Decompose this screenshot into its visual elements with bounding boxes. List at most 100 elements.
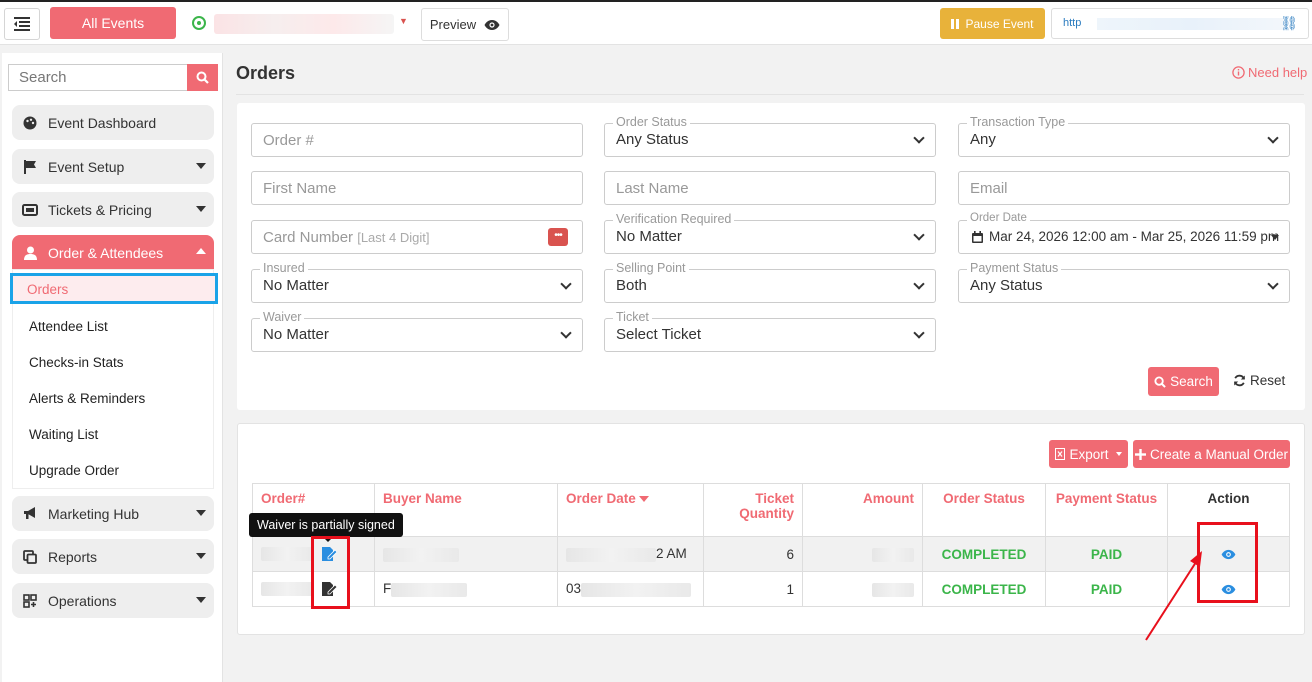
- export-button[interactable]: Export: [1049, 440, 1128, 468]
- column-header-payment-status[interactable]: Payment Status: [1045, 483, 1168, 537]
- submenu-item-attendee-list[interactable]: Attendee List: [29, 319, 108, 334]
- sidebar-item-reports[interactable]: Reports: [12, 539, 214, 574]
- order-date-redacted: [566, 547, 656, 562]
- sidebar-item-operations[interactable]: Operations: [12, 583, 214, 618]
- pause-event-button[interactable]: Pause Event: [940, 8, 1045, 39]
- need-help-label: Need help: [1248, 65, 1308, 80]
- chevron-down-icon: [913, 132, 925, 144]
- column-header-order-status[interactable]: Order Status: [922, 483, 1046, 537]
- sidebar-item-label: Operations: [48, 592, 117, 609]
- payment-status-select[interactable]: Payment Status Any Status: [958, 261, 1290, 303]
- sidebar-item-event-setup[interactable]: Event Setup: [12, 149, 214, 184]
- chevron-down-icon: [1267, 132, 1279, 144]
- buyer-name-visible: F: [383, 581, 392, 597]
- create-manual-order-button[interactable]: Create a Manual Order: [1133, 440, 1290, 468]
- reset-button-label: Reset: [1250, 373, 1286, 388]
- sidebar-item-event-dashboard[interactable]: Event Dashboard: [12, 105, 214, 140]
- waiver-value: No Matter: [263, 326, 329, 343]
- table-header-row: Order# Buyer Name Order Date Ticket Quan…: [252, 483, 1290, 537]
- ticket-value: Select Ticket: [616, 326, 702, 343]
- order-number-field[interactable]: Order #: [251, 123, 583, 157]
- preview-label: Preview: [429, 17, 477, 32]
- caret-down-icon: [196, 163, 206, 169]
- insured-label: Insured: [260, 261, 308, 275]
- search-button-label: Search: [1170, 374, 1213, 389]
- sidebar-item-tickets-pricing[interactable]: Tickets & Pricing: [12, 192, 214, 227]
- megaphone-icon: [22, 506, 38, 522]
- last-name-placeholder: Last Name: [616, 180, 689, 197]
- search-icon: [1154, 375, 1166, 388]
- pause-event-label: Pause Event: [965, 16, 1034, 31]
- column-header-amount[interactable]: Amount: [802, 483, 923, 537]
- submenu-item-waiting-list[interactable]: Waiting List: [29, 427, 98, 442]
- amount-cell: [802, 571, 923, 607]
- preview-button[interactable]: Preview: [421, 8, 509, 41]
- insured-select[interactable]: Insured No Matter: [251, 261, 583, 303]
- buyer-name-cell: F: [374, 571, 558, 607]
- first-name-field[interactable]: First Name: [251, 171, 583, 205]
- sidebar-item-label: Reports: [48, 548, 98, 565]
- transaction-type-value: Any: [970, 131, 996, 148]
- caret-up-icon: [196, 248, 206, 254]
- submenu-item-orders[interactable]: Orders: [10, 273, 218, 304]
- chevron-down-icon: [913, 327, 925, 339]
- search-button[interactable]: Search: [1148, 367, 1219, 396]
- column-header-order-date[interactable]: Order Date: [557, 483, 704, 537]
- sidebar-item-label: Event Dashboard: [48, 114, 157, 131]
- payment-status-label: Payment Status: [967, 261, 1062, 275]
- sidebar-item-order-attendees[interactable]: Order & Attendees: [12, 235, 214, 270]
- waiver-select[interactable]: Waiver No Matter: [251, 310, 583, 352]
- first-name-placeholder: First Name: [263, 180, 337, 197]
- email-field[interactable]: Email: [958, 171, 1290, 205]
- order-date-range-picker[interactable]: Order Date Mar 24, 2026 12:00 am - Mar 2…: [958, 212, 1290, 254]
- chevron-down-icon: [560, 278, 572, 290]
- ticket-label: Ticket: [613, 310, 652, 324]
- event-url-text: http: [1063, 17, 1082, 29]
- submenu-item-upgrade-order[interactable]: Upgrade Order: [29, 463, 119, 478]
- verification-required-select[interactable]: Verification Required No Matter: [604, 212, 936, 254]
- insured-value: No Matter: [263, 277, 329, 294]
- order-status-select[interactable]: Order Status Any Status: [604, 115, 936, 157]
- annotation-highlight-waiver-icons: [311, 536, 350, 609]
- transaction-type-select[interactable]: Transaction Type Any: [958, 115, 1290, 157]
- link-icon[interactable]: ⛓: [1280, 15, 1298, 32]
- event-status-icon: [192, 16, 206, 30]
- table-row: 2 AM 6 COMPLETED PAID: [252, 536, 1290, 572]
- calendar-icon: [972, 230, 983, 243]
- sidebar-search-input[interactable]: [8, 64, 188, 91]
- sidebar-search-button[interactable]: [187, 64, 218, 91]
- ticket-select[interactable]: Ticket Select Ticket: [604, 310, 936, 352]
- selling-point-select[interactable]: Selling Point Both: [604, 261, 936, 303]
- search-icon: [196, 71, 209, 84]
- event-url-field[interactable]: http ⛓: [1051, 8, 1309, 39]
- transaction-type-label: Transaction Type: [967, 115, 1069, 129]
- amount-redacted: [872, 582, 914, 597]
- sidebar-item-marketing-hub[interactable]: Marketing Hub: [12, 496, 214, 531]
- sidebar-item-label: Order & Attendees: [48, 244, 164, 261]
- caret-down-icon: [196, 510, 206, 516]
- column-header-ticket-quantity[interactable]: Ticket Quantity: [703, 483, 803, 537]
- selling-point-value: Both: [616, 277, 647, 294]
- sidebar-toggle-button[interactable]: [4, 8, 40, 40]
- copy-icon: [22, 549, 38, 565]
- submenu-item-alerts-reminders[interactable]: Alerts & Reminders: [29, 391, 145, 406]
- ticket-icon: [22, 202, 38, 218]
- orders-table: Order# Buyer Name Order Date Ticket Quan…: [252, 483, 1290, 607]
- last-name-field[interactable]: Last Name: [604, 171, 936, 205]
- page-title: Orders: [236, 63, 296, 83]
- waiver-tooltip: Waiver is partially signed: [249, 513, 403, 542]
- order-number-placeholder: Order #: [263, 132, 314, 149]
- card-number-field[interactable]: Card Number [Last 4 Digit] •••: [251, 220, 583, 254]
- reset-button[interactable]: Reset: [1233, 373, 1285, 388]
- amount-redacted: [872, 547, 914, 562]
- user-icon: [22, 245, 38, 261]
- order-number-redacted[interactable]: [261, 582, 313, 597]
- order-number-redacted[interactable]: [261, 547, 313, 562]
- submenu-item-checkin-stats[interactable]: Checks-in Stats: [29, 355, 124, 370]
- order-date-range-text: Mar 24, 2026 12:00 am - Mar 25, 2026 11:…: [989, 229, 1280, 244]
- all-events-button[interactable]: All Events: [50, 7, 176, 39]
- event-dropdown-caret-icon[interactable]: ▼: [399, 16, 408, 26]
- palette-icon: [22, 115, 38, 131]
- need-help-link[interactable]: Need help: [1232, 65, 1307, 80]
- event-name-redacted[interactable]: [214, 14, 394, 34]
